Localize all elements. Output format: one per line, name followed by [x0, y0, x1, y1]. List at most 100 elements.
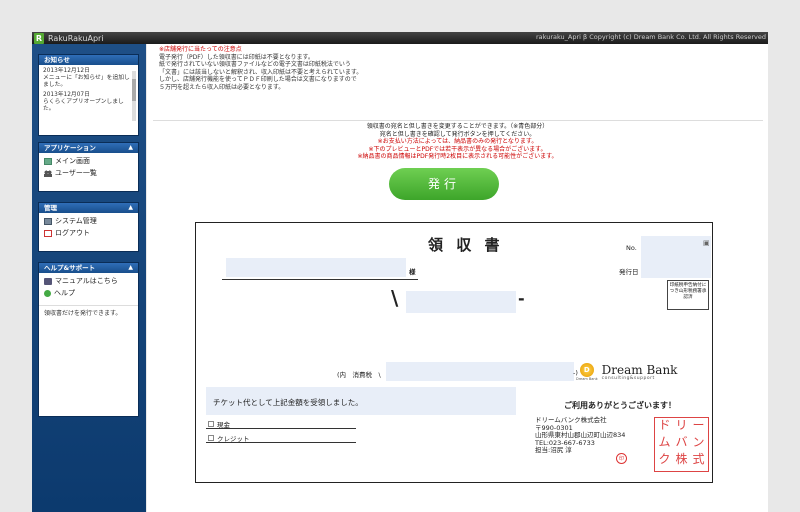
seal-char: ド: [658, 418, 671, 432]
calendar-icon[interactable]: ▣: [703, 239, 710, 247]
admin-panel-title: 管理: [44, 204, 57, 212]
seal-char: ク: [658, 452, 671, 466]
admin-panel-header[interactable]: 管理 ▲: [39, 203, 138, 213]
company-seal: ド リ ー ム バ ン ク 株 式: [654, 417, 709, 472]
thanks-message: ご利用ありがとうございます！: [564, 401, 676, 410]
mark-caption: Dream Bank: [576, 377, 598, 381]
receipt-no-field[interactable]: [641, 236, 711, 263]
sidebar-item-system[interactable]: システム管理: [44, 215, 133, 227]
news-date: 2013年12月07日: [43, 92, 90, 98]
notice-line: 紙で発行されていない領収書ファイルなどの電子文書は印紙税法でいう: [159, 61, 351, 69]
help-note: 領収書だけを発行できます。: [39, 305, 138, 322]
company-line: 担当:沼尻 淳: [535, 446, 572, 455]
seal-char: 株: [675, 452, 688, 466]
news-panel-title: お知らせ: [44, 56, 70, 64]
collapse-icon[interactable]: ▲: [128, 263, 133, 273]
yen-symbol: \: [391, 286, 399, 310]
tax-prefix: (内 消費税 \: [337, 371, 381, 379]
notice-block: ※店舗発行に当たっての注意点 電子発行（PDF）した領収書には印紙は不要となりま…: [159, 46, 362, 92]
sama-label: 様: [409, 268, 416, 276]
payment-underline: [206, 442, 356, 443]
app-panel: アプリケーション ▲ メイン画面 ユーザー一覧: [38, 142, 139, 192]
sidebar-item-label: マニュアルはこちら: [55, 277, 118, 285]
payment-underline: [206, 428, 356, 429]
sidebar-item-help[interactable]: ヘルプ: [44, 287, 133, 299]
help-panel-title: ヘルプ&サポート: [44, 264, 96, 272]
logo-icon: R: [34, 32, 44, 44]
warning-line: ※納品書の商品情報はPDF発行時2枚目に表示される可能性がございます。: [357, 153, 558, 160]
main-content: ※店舗発行に当たっての注意点 電子発行（PDF）した領収書には印紙は不要となりま…: [147, 44, 768, 512]
help-panel: ヘルプ&サポート ▲ マニュアルはこちら ヘルプ 領収書だけを発行できます。: [38, 262, 139, 417]
receipt-preview: 領 収 書 No. ▣ 発行日 様 \ - 印紙税申告納付につき山形税務署承認済…: [195, 222, 713, 483]
news-panel-header: お知らせ: [39, 55, 138, 65]
logout-icon: [44, 229, 52, 237]
addressee-input[interactable]: [226, 258, 406, 277]
cash-checkbox[interactable]: [208, 421, 214, 427]
warning-line: ※下のプレビューとPDFでは若干表示が異なる場合がございます。: [368, 145, 547, 153]
issue-date-field[interactable]: [641, 261, 711, 278]
tax-field: [386, 362, 574, 381]
seal-char: ン: [692, 435, 705, 449]
revenue-stamp-note: 印紙税申告納付につき山形税務署承認済: [667, 280, 709, 310]
personal-seal-icon: 印: [616, 453, 627, 464]
settings-icon: [44, 217, 52, 225]
seal-char: 式: [692, 452, 705, 466]
document-icon: [44, 157, 52, 165]
notice-line: しかし、店舗発行機能を使ってＰＤＦ印刷した場合は文書になりますので: [159, 76, 357, 84]
app-panel-header[interactable]: アプリケーション ▲: [39, 143, 138, 153]
app-logo[interactable]: R RakuRakuApri: [34, 32, 104, 44]
copyright-text: rakuraku_Apri β Copyright (c) Dream Bank…: [535, 33, 766, 41]
sidebar-item-label: メイン画面: [55, 157, 90, 165]
company-info: ドリームバンク株式会社 〒990-0301 山形県東村山郡山辺町山辺834 TE…: [535, 416, 625, 455]
sidebar: お知らせ 2013年12月12日 メニューに「お知らせ」を追加しました。 201…: [32, 44, 146, 512]
news-item: 2013年12月07日 らくらくアプリオープンしました。: [43, 92, 134, 113]
collapse-icon[interactable]: ▲: [128, 143, 133, 153]
receipt-no-label: No.: [626, 244, 637, 252]
help-icon: [44, 289, 51, 297]
sidebar-item-main[interactable]: メイン画面: [44, 155, 133, 167]
scrollbar-thumb[interactable]: [132, 79, 136, 101]
receipt-description: チケット代として上記金額を受領しました。: [213, 398, 363, 407]
sidebar-item-logout[interactable]: ログアウト: [44, 227, 133, 239]
users-icon: [44, 169, 52, 177]
notice-title: ※店舗発行に当たっての注意点: [159, 46, 242, 53]
receipt-title: 領 収 書: [428, 236, 504, 254]
addressee-underline: [222, 279, 418, 280]
top-bar: R RakuRakuApri rakuraku_Apri β Copyright…: [32, 32, 768, 44]
news-scrollbar[interactable]: [132, 71, 136, 121]
dream-bank-mark-icon: D: [579, 363, 594, 377]
amount-dash: -: [518, 289, 525, 308]
notice-line: ５万円を超えたら収入印紙は必要となります。: [159, 83, 285, 91]
sidebar-item-label: ヘルプ: [54, 289, 75, 297]
sidebar-item-label: ログアウト: [55, 229, 90, 237]
instructions: 領収書の宛名と但し書きを変更することができます。（※青色部分） 宛名と但し書きを…: [147, 123, 768, 161]
book-icon: [44, 277, 52, 285]
help-panel-header[interactable]: ヘルプ&サポート ▲: [39, 263, 138, 273]
divider: [153, 120, 763, 121]
sidebar-item-label: ユーザー一覧: [55, 169, 97, 177]
app-panel-title: アプリケーション: [44, 144, 96, 152]
sidebar-item-users[interactable]: ユーザー一覧: [44, 167, 133, 179]
dream-bank-logo: D Dream Bank Dream Bank consulting&suppo…: [576, 363, 677, 381]
seal-char: バ: [675, 435, 688, 449]
brand-name: Dream Bank: [601, 362, 678, 377]
sidebar-item-manual[interactable]: マニュアルはこちら: [44, 275, 133, 287]
news-text: らくらくアプリオープンしました。: [43, 99, 124, 112]
instruction-line: 領収書の宛名と但し書きを変更することができます。（※青色部分）: [366, 123, 549, 130]
sidebar-item-label: システム管理: [55, 217, 97, 225]
news-list: 2013年12月12日 メニューに「お知らせ」を追加しました。 2013年12月…: [39, 65, 138, 119]
issue-date-label: 発行日: [619, 268, 639, 276]
issue-button[interactable]: 発行: [389, 168, 499, 200]
warning-line: ※お支払い方法によっては、納品書のみの発行となります。: [377, 138, 538, 145]
news-date: 2013年12月12日: [43, 68, 90, 74]
instruction-line: 宛名と但し書きを確認して発行ボタンを押してください。: [379, 130, 536, 138]
news-text: メニューに「お知らせ」を追加しました。: [43, 75, 130, 88]
news-item: 2013年12月12日 メニューに「お知らせ」を追加しました。: [43, 68, 134, 89]
collapse-icon[interactable]: ▲: [128, 203, 133, 213]
seal-char: ー: [692, 418, 705, 432]
seal-char: ム: [658, 435, 671, 449]
news-panel: お知らせ 2013年12月12日 メニューに「お知らせ」を追加しました。 201…: [38, 54, 139, 136]
credit-checkbox[interactable]: [208, 435, 214, 441]
admin-panel: 管理 ▲ システム管理 ログアウト: [38, 202, 139, 252]
seal-char: リ: [675, 418, 688, 432]
